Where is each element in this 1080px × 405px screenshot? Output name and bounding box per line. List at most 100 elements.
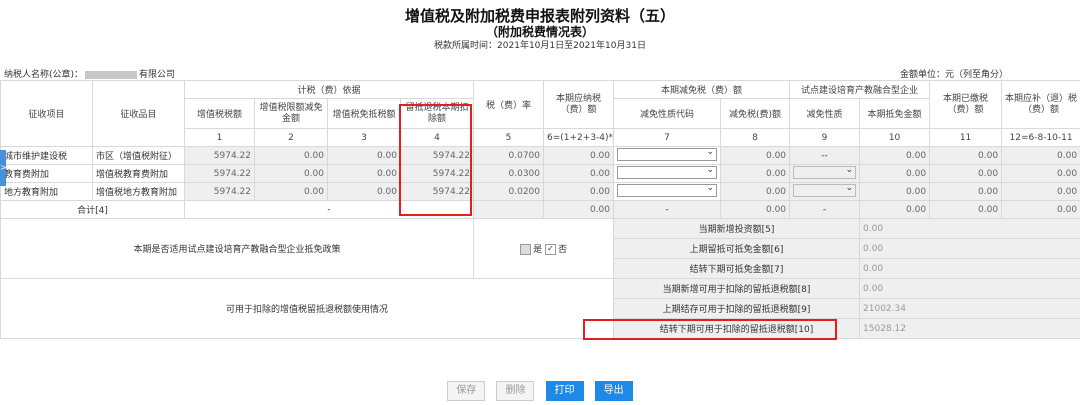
total-relief-amount: 0.00 — [720, 200, 791, 219]
action-bar: 保存 删除 打印 导出 — [0, 378, 1080, 401]
refund-item-label: 当期新增可用于扣除的留抵退税额[8] — [613, 278, 861, 299]
total-relief-code: - — [613, 200, 722, 219]
col-paid: 本期已缴税（费）额 — [929, 80, 1003, 129]
total-row: 合计[4] - 0.00 - 0.00 - 0.00 0.00 0.00 — [0, 200, 1080, 219]
col-number: 1 — [184, 128, 255, 147]
chevron-down-icon: ⌄ — [845, 182, 854, 193]
refund-item-value: 21002.34 — [859, 298, 1080, 319]
row-vat-amount: 5974.22 — [184, 146, 255, 165]
relief-code-select[interactable]: ⌄ — [613, 164, 722, 183]
surcharge-table: 征收项目 征收品目 计税（费）依据 税（费）率 本期应纳税（费）额 本期减免税（… — [0, 80, 1080, 339]
row-vat-reduction: 0.00 — [254, 182, 328, 201]
yes-checkbox[interactable] — [520, 244, 532, 255]
chevron-down-icon: ⌄ — [706, 146, 715, 157]
row-relief-amount: 0.00 — [720, 164, 791, 183]
col-relief-group: 本期减免税（费）额 — [613, 80, 791, 99]
export-button[interactable]: 导出 — [594, 381, 633, 401]
col-vat-exempt-offset: 增值税免抵税额 — [327, 98, 401, 129]
row-rate: 0.0300 — [473, 164, 545, 183]
no-checkbox[interactable]: ✓ — [544, 244, 556, 255]
side-expand-tab[interactable]: > — [0, 150, 7, 186]
row-payable: 0.00 — [543, 164, 615, 183]
col-relief-amount: 减免税(费)额 — [720, 98, 791, 129]
pilot-item-label: 结转下期可抵免金额[7] — [613, 258, 861, 279]
chevron-down-icon: ⌄ — [845, 164, 854, 175]
pilot-item-label: 当期新增投资额[5] — [613, 218, 861, 239]
total-rate — [473, 200, 545, 219]
refund-item-value: 0.00 — [859, 278, 1080, 299]
col-number: 12=6-8-10-11 — [1001, 128, 1080, 147]
save-button[interactable]: 保存 — [447, 381, 486, 401]
row-vat-exempt-offset: 0.00 — [327, 164, 401, 183]
row-vat-amount: 5974.22 — [184, 164, 255, 183]
highlight-prior-balance — [583, 319, 837, 340]
refund-item-value: 15028.12 — [859, 318, 1080, 339]
col-tax-item: 征收项目 — [0, 80, 93, 147]
pilot-policy-question: 本期是否适用试点建设培育产教融合型企业抵免政策 — [0, 218, 475, 279]
total-label: 合计[4] — [0, 200, 185, 219]
row-payable: 0.00 — [543, 182, 615, 201]
col-number: 11 — [929, 128, 1003, 147]
row-rate: 0.0700 — [473, 146, 545, 165]
col-number: 8 — [720, 128, 791, 147]
redacted-name — [85, 70, 138, 79]
col-number: 7 — [613, 128, 722, 147]
col-relief-code: 减免性质代码 — [613, 98, 722, 129]
total-supplement: 0.00 — [1001, 200, 1080, 219]
row-supplement: 0.00 — [1001, 182, 1080, 201]
taxpayer-name: 纳税人名称(公章)： 有限公司 — [4, 70, 176, 80]
col-pilot-amount: 本期抵免金额 — [859, 98, 931, 129]
row-tax-subitem: 市区（增值税附征） — [92, 146, 185, 165]
pilot-code-select[interactable]: ⌄ — [789, 182, 861, 201]
row-vat-exempt-offset: 0.00 — [327, 182, 401, 201]
col-vat-amount: 增值税税额 — [184, 98, 255, 129]
col-number: 10 — [859, 128, 931, 147]
row-pilot-code: -- — [789, 146, 861, 165]
row-payable: 0.00 — [543, 146, 615, 165]
row-vat-amount: 5974.22 — [184, 182, 255, 201]
col-number: 9 — [789, 128, 861, 147]
total-payable: 0.00 — [543, 200, 615, 219]
row-relief-amount: 0.00 — [720, 182, 791, 201]
col-pilot-code: 减免性质 — [789, 98, 861, 129]
relief-code-select[interactable]: ⌄ — [613, 182, 722, 201]
col-pilot-group: 试点建设培育产教融合型企业 — [789, 80, 931, 99]
pilot-item-label: 上期留抵可抵免金额[6] — [613, 238, 861, 259]
col-supplement: 本期应补（退）税（费）额 — [1001, 80, 1080, 129]
row-tax-item: 教育费附加 — [0, 164, 93, 183]
row-pilot-amount: 0.00 — [859, 164, 931, 183]
col-tax-subitem: 征收品目 — [92, 80, 185, 147]
row-relief-amount: 0.00 — [720, 146, 791, 165]
row-tax-item: 地方教育附加 — [0, 182, 93, 201]
row-supplement: 0.00 — [1001, 164, 1080, 183]
row-pilot-amount: 0.00 — [859, 182, 931, 201]
col-number: 6=(1+2+3-4)*5 — [543, 128, 615, 147]
pilot-item-value: 0.00 — [859, 258, 1080, 279]
pilot-policy-options: 是 ✓ 否 — [473, 218, 615, 279]
row-vat-reduction: 0.00 — [254, 146, 328, 165]
pilot-item-value: 0.00 — [859, 218, 1080, 239]
row-vat-reduction: 0.00 — [254, 164, 328, 183]
col-payable: 本期应纳税（费）额 — [543, 80, 615, 129]
table-row: 地方教育附加 增值税地方教育附加 5974.22 0.00 0.00 5974.… — [0, 182, 1080, 201]
relief-code-select[interactable]: ⌄ — [613, 146, 722, 165]
table-row: 教育费附加 增值税教育费附加 5974.22 0.00 0.00 5974.22… — [0, 164, 1080, 183]
row-vat-exempt-offset: 0.00 — [327, 146, 401, 165]
row-supplement: 0.00 — [1001, 146, 1080, 165]
col-number: 5 — [473, 128, 545, 147]
row-rate: 0.0200 — [473, 182, 545, 201]
col-number: 2 — [254, 128, 328, 147]
refund-usage-title: 可用于扣除的增值税留抵退税额使用情况 — [0, 278, 615, 339]
pilot-code-select[interactable]: ⌄ — [789, 164, 861, 183]
row-tax-subitem: 增值税教育费附加 — [92, 164, 185, 183]
tax-period: 税款所属时间：2021年10月1日至2021年10月31日 — [434, 41, 646, 51]
row-pilot-amount: 0.00 — [859, 146, 931, 165]
print-button[interactable]: 打印 — [545, 381, 584, 401]
total-paid: 0.00 — [929, 200, 1003, 219]
col-vat-reduction: 增值税限额减免金额 — [254, 98, 328, 129]
col-basis-group: 计税（费）依据 — [183, 80, 475, 99]
row-tax-item: 城市维护建设税 — [0, 146, 93, 165]
refund-item-label: 上期结存可用于扣除的留抵退税额[9] — [613, 298, 861, 319]
delete-button[interactable]: 删除 — [496, 381, 535, 401]
chevron-down-icon: ⌄ — [706, 164, 715, 175]
